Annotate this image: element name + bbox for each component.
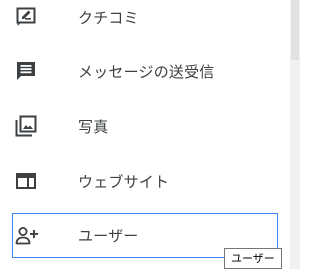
menu-item-photos[interactable]: 写真 (0, 104, 278, 148)
tooltip: ユーザー (224, 248, 282, 269)
menu-item-website[interactable]: ウェブサイト (0, 159, 278, 203)
menu-item-label: 写真 (78, 117, 109, 136)
menu-item-label: メッセージの送受信 (78, 62, 215, 81)
side-menu: クチコミ メッセージの送受信 写真 ウェブサイト ユーザー ユーザー (0, 0, 300, 269)
photo-icon (14, 114, 38, 138)
scrollbar-thumb[interactable] (291, 0, 299, 60)
menu-item-messages[interactable]: メッセージの送受信 (0, 49, 278, 93)
scrollbar[interactable] (290, 0, 300, 269)
menu-item-label: クチコミ (78, 8, 139, 27)
review-icon (14, 5, 38, 29)
menu-item-reviews[interactable]: クチコミ (0, 0, 278, 39)
menu-item-label: ウェブサイト (78, 172, 170, 191)
add-user-icon (15, 224, 39, 248)
website-icon (14, 169, 38, 193)
message-icon (14, 59, 38, 83)
menu-item-label: ユーザー (78, 227, 139, 245)
